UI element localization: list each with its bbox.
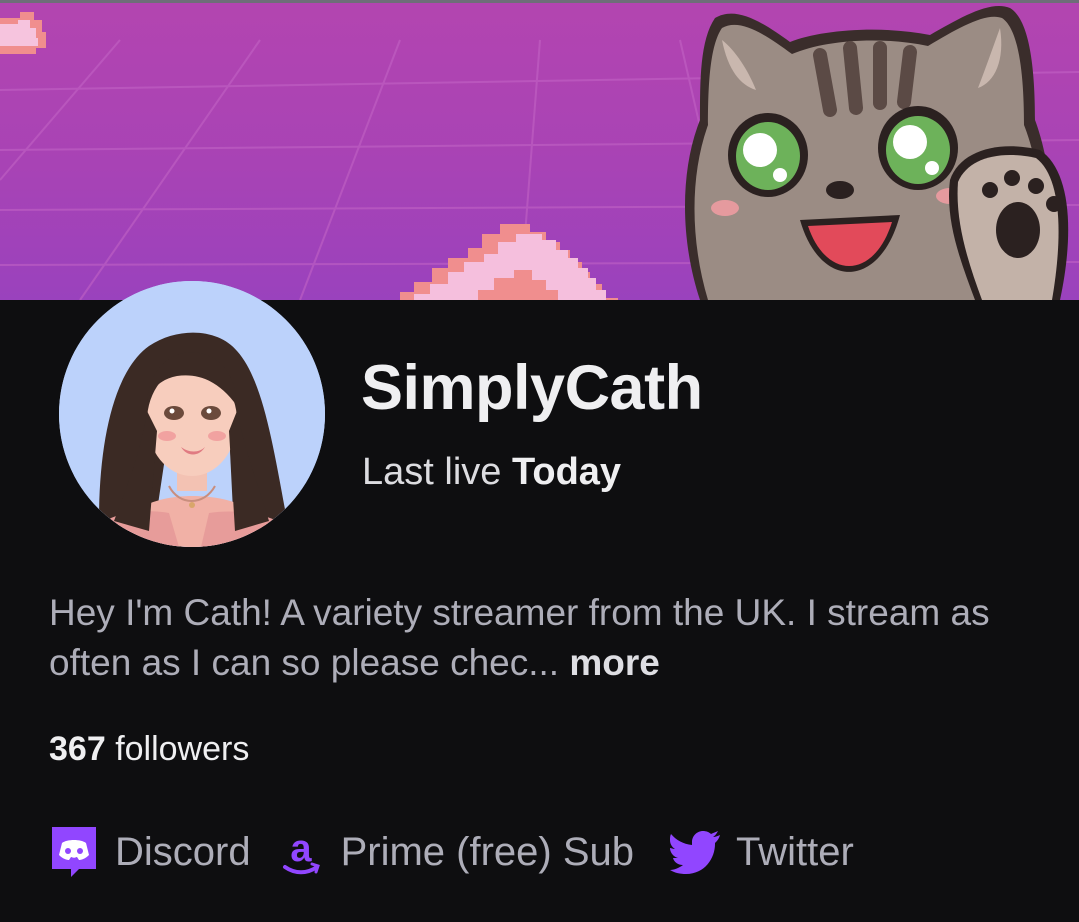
last-live-label: Last live [362,451,512,493]
prime-sub-link[interactable]: a Prime (free) Sub [281,822,634,882]
bio-more-link[interactable]: more [569,642,659,683]
twitter-link[interactable]: Twitter [670,822,854,882]
prime-sub-link-label: Prime (free) Sub [340,830,635,874]
discord-link[interactable]: Discord [49,822,251,882]
cloud-bottom [400,224,620,300]
twitter-link-label: Twitter [736,830,854,874]
channel-avatar[interactable] [59,281,325,547]
amazon-icon: a [281,825,321,879]
cat-emote-illustration [685,6,1069,300]
avatar-illustration [59,281,325,547]
channel-banner [0,0,1079,300]
bio-text: Hey I'm Cath! A variety streamer from th… [49,592,990,683]
followers-count: 367 followers [49,727,249,771]
discord-link-label: Discord [115,830,251,874]
discord-icon [49,825,99,879]
channel-name[interactable]: SimplyCath [361,352,703,424]
twitter-icon [670,829,722,875]
followers-number: 367 [49,730,116,768]
last-live-value: Today [511,451,622,493]
banner-grid-background [0,6,1079,300]
cloud-top-left [0,12,46,54]
social-links: Discord a Prime (free) Sub Twitter [49,822,854,882]
svg-text:a: a [290,828,312,870]
channel-bio: Hey I'm Cath! A variety streamer from th… [49,588,1049,688]
followers-label: followers [115,730,250,768]
last-live-status: Last live Today [362,448,621,496]
